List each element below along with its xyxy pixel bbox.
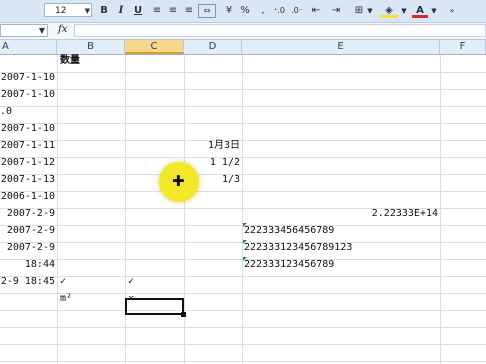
gridline xyxy=(242,55,243,364)
percent-button[interactable]: % xyxy=(238,4,252,18)
column-header-d[interactable]: D xyxy=(184,40,242,54)
cell-e10[interactable]: 2.22333E+14 xyxy=(300,205,438,222)
merge-center-icon[interactable]: ⇔ xyxy=(198,4,216,18)
align-left-icon[interactable]: ≡ xyxy=(150,4,164,18)
italic-button[interactable]: I xyxy=(114,4,128,18)
increase-indent-icon[interactable]: ⇥ xyxy=(328,4,344,18)
cell-a2[interactable]: 2007-1-10 xyxy=(0,69,55,86)
font-size-value: 12 xyxy=(55,6,67,16)
cell-d6[interactable]: 1月3日 xyxy=(184,137,240,154)
gridline xyxy=(0,344,486,345)
fill-color-icon[interactable]: ◈ xyxy=(380,4,398,18)
insert-function-icon[interactable]: fx xyxy=(58,24,67,35)
column-header-e[interactable]: E xyxy=(242,40,440,54)
toolbar-options-icon[interactable]: » xyxy=(448,4,456,18)
gridline xyxy=(0,361,486,362)
formula-bar: ▼ fx xyxy=(0,23,486,40)
cell-b15[interactable]: ✓ xyxy=(60,273,66,290)
cell-a3[interactable]: 2007-1-10 xyxy=(0,86,55,103)
underline-button[interactable]: U xyxy=(131,4,145,18)
cell-a13[interactable]: 18:44 xyxy=(0,256,55,273)
cell-a9[interactable]: 2006-1-10 xyxy=(0,188,55,205)
column-header-c[interactable]: C xyxy=(125,40,184,54)
chevron-down-icon: ▼ xyxy=(38,26,45,35)
decrease-indent-icon[interactable]: ⇤ xyxy=(308,4,324,18)
gridline xyxy=(125,55,126,364)
cell-a14[interactable]: 2-9 18:45 xyxy=(0,273,55,290)
borders-dropdown-icon[interactable]: ▼ xyxy=(366,4,374,18)
gridline xyxy=(0,174,486,175)
borders-icon[interactable]: ⊞ xyxy=(352,4,366,18)
cell-a5[interactable]: 2007-1-10 xyxy=(0,120,55,137)
gridline xyxy=(0,276,486,277)
gridline xyxy=(184,55,185,364)
gridline xyxy=(57,55,58,364)
fill-color-dropdown-icon[interactable]: ▼ xyxy=(400,4,408,18)
gridline xyxy=(440,55,441,364)
align-right-icon[interactable]: ≡ xyxy=(182,4,196,18)
increase-decimal-icon[interactable]: ⁺.0 xyxy=(272,4,286,18)
font-color-icon[interactable]: A xyxy=(412,4,428,18)
fill-handle[interactable] xyxy=(181,312,186,317)
gridline xyxy=(0,293,486,294)
decrease-decimal-icon[interactable]: .0⁻ xyxy=(290,4,304,18)
chevron-down-icon: ▼ xyxy=(84,7,90,15)
font-color-dropdown-icon[interactable]: ▼ xyxy=(430,4,438,18)
gridline xyxy=(0,157,486,158)
bold-button[interactable]: B xyxy=(97,4,111,18)
cell-e12[interactable]: 222333123456789123 xyxy=(244,239,352,256)
cell-a10[interactable]: 2007-2-9 xyxy=(0,205,55,222)
cell-a6[interactable]: 2007-1-11 xyxy=(0,137,55,154)
gridline xyxy=(0,140,486,141)
gridline xyxy=(0,106,486,107)
gridline xyxy=(0,89,486,90)
formatting-toolbar: 12 ▼ B I U ≡ ≡ ≡ ⇔ ¥ % , ⁺.0 .0⁻ ⇤ ⇥ ⊞ ▼… xyxy=(0,0,486,23)
gridline xyxy=(0,191,486,192)
cell-c15[interactable]: ✓ xyxy=(128,273,134,290)
cell-a7[interactable]: 2007-1-12 xyxy=(0,154,55,171)
gridline xyxy=(0,327,486,328)
cell-a12[interactable]: 2007-2-9 xyxy=(0,239,55,256)
cell-a11[interactable]: 2007-2-9 xyxy=(0,222,55,239)
column-header-a[interactable]: A xyxy=(0,40,57,54)
cell-e13[interactable]: 222333123456789 xyxy=(244,256,334,273)
cell-b16[interactable]: m² xyxy=(60,290,72,307)
gridline xyxy=(0,123,486,124)
cell-b1[interactable]: 数量 xyxy=(60,52,80,69)
font-size-select[interactable]: 12 ▼ xyxy=(44,3,92,17)
comma-style-icon[interactable]: , xyxy=(256,4,270,18)
formula-input[interactable] xyxy=(74,24,486,37)
column-header-f[interactable]: F xyxy=(440,40,486,54)
gridline xyxy=(0,310,486,311)
cursor-highlight: ✚ xyxy=(159,162,199,202)
align-center-icon[interactable]: ≡ xyxy=(166,4,180,18)
cell-a8[interactable]: 2007-1-13 xyxy=(0,171,55,188)
currency-icon[interactable]: ¥ xyxy=(222,4,236,18)
active-cell-c17[interactable] xyxy=(125,298,184,315)
cell-e11[interactable]: 222333456456789 xyxy=(244,222,334,239)
cell-a4[interactable]: .0 xyxy=(0,103,12,120)
gridline xyxy=(0,72,486,73)
name-box[interactable]: ▼ xyxy=(0,24,48,37)
cell-cursor-icon: ✚ xyxy=(172,172,185,190)
